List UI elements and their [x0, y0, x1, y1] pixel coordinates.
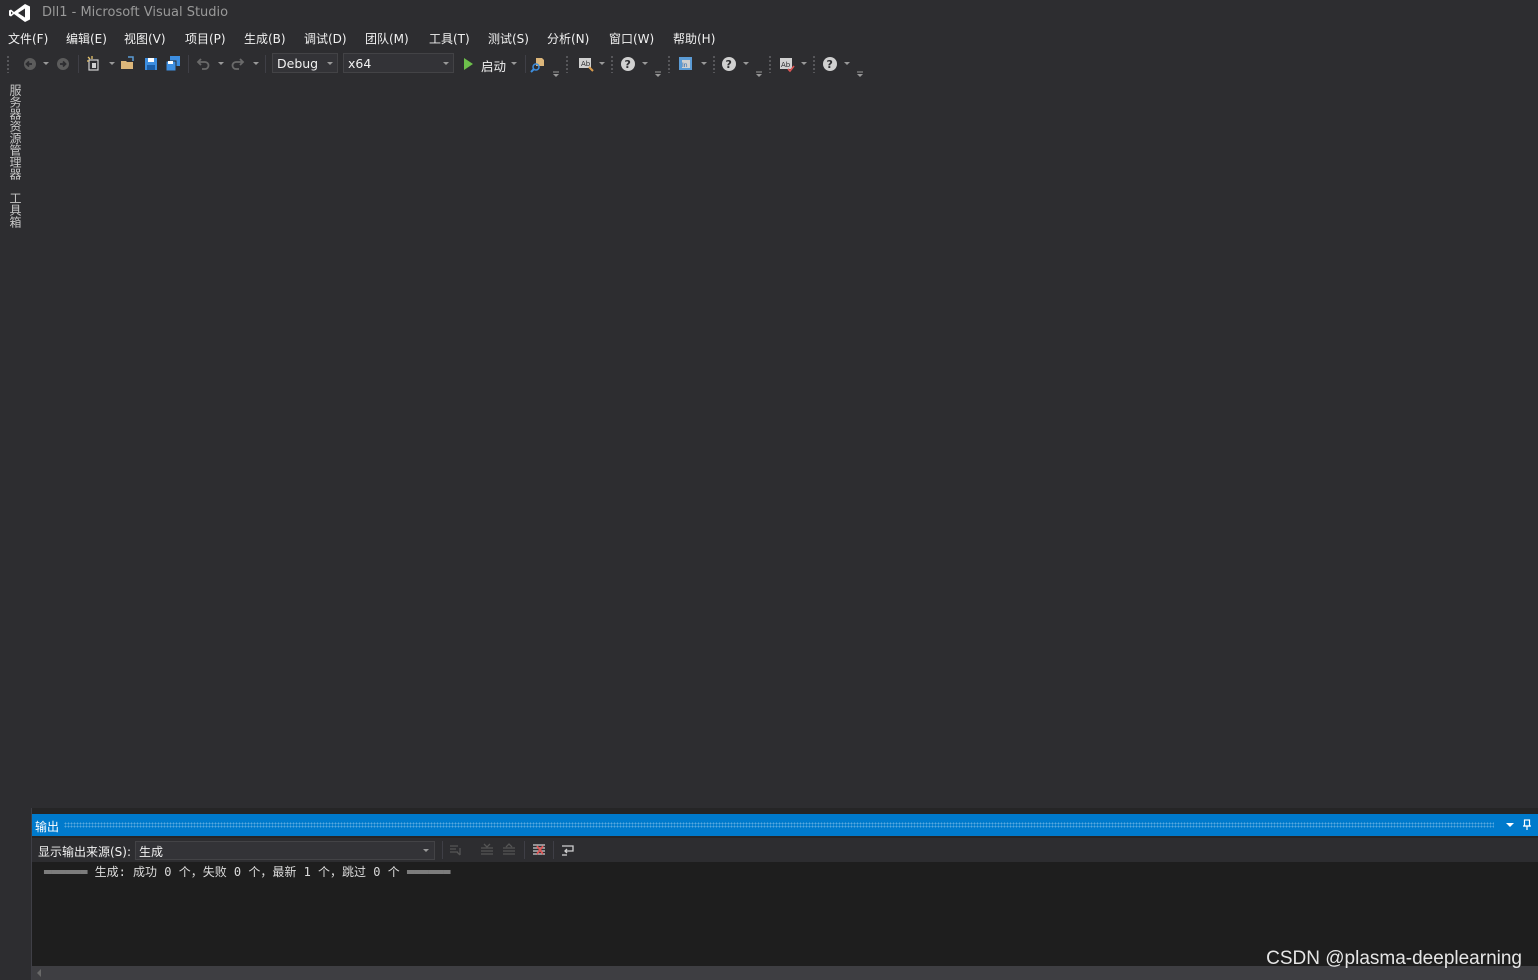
menu-analyze[interactable]: 分析(N) — [547, 30, 589, 47]
chevron-down-icon — [423, 849, 429, 852]
back-dropdown-arrow[interactable] — [43, 62, 49, 65]
forward-icon[interactable] — [54, 55, 72, 73]
toolbar-grip[interactable] — [768, 55, 772, 73]
toolbar-overflow-icon[interactable] — [756, 66, 762, 77]
title-bar-grip — [64, 822, 1494, 828]
toggle-word-wrap-icon[interactable] — [560, 842, 576, 858]
svg-text:?: ? — [625, 58, 631, 71]
menu-help[interactable]: 帮助(H) — [673, 30, 715, 47]
help-icon[interactable]: ? — [821, 55, 839, 73]
clear-all-icon[interactable] — [531, 842, 547, 858]
auto-hide-pin-icon[interactable] — [1521, 819, 1533, 831]
toolbar-overflow-icon[interactable] — [553, 66, 559, 77]
output-source-select[interactable]: 生成 — [135, 841, 435, 860]
toolbar-grip[interactable] — [712, 55, 716, 73]
toolbox-tab[interactable]: 工具箱 — [4, 192, 24, 228]
format-icon[interactable]: Ab — [577, 55, 595, 73]
toolbar-separator — [524, 841, 525, 859]
new-project-icon[interactable] — [85, 55, 103, 73]
chevron-down-icon — [443, 62, 449, 65]
side-tool-tabs: 服务器资源管理器 工具箱 — [0, 78, 28, 248]
menu-debug[interactable]: 调试(D) — [304, 30, 347, 47]
menu-team[interactable]: 团队(M) — [365, 30, 409, 47]
insert-icon[interactable]: In — [677, 55, 695, 73]
scroll-left-icon[interactable] — [37, 969, 41, 977]
toolbar-grip[interactable] — [667, 55, 671, 73]
toolbar-grip[interactable] — [565, 55, 569, 73]
svg-text:?: ? — [827, 58, 833, 71]
toolbar-grip[interactable] — [6, 55, 10, 73]
help-dropdown-arrow[interactable] — [743, 62, 749, 65]
save-icon[interactable] — [142, 55, 160, 73]
svg-text:?: ? — [726, 58, 732, 71]
insert-dropdown-arrow[interactable] — [701, 62, 707, 65]
toolbar-separator — [78, 55, 79, 73]
play-icon — [464, 58, 473, 70]
save-all-icon[interactable] — [164, 55, 182, 73]
standard-toolbar: Debug x64 启动 Ab ? In ? Ab ? — [0, 52, 1538, 77]
next-message-icon[interactable] — [501, 842, 517, 858]
output-source-label: 显示输出来源(S): — [38, 845, 132, 859]
chevron-down-icon — [327, 62, 333, 65]
window-title: Dll1 - Microsoft Visual Studio — [42, 5, 229, 20]
configuration-value: Debug — [277, 56, 319, 71]
find-message-in-code-icon[interactable] — [448, 842, 464, 858]
undo-dropdown-arrow[interactable] — [218, 62, 224, 65]
menu-tools[interactable]: 工具(T) — [429, 30, 470, 47]
toolbar-separator — [265, 55, 266, 73]
toolbar-separator — [553, 841, 554, 859]
title-bar: Dll1 - Microsoft Visual Studio — [0, 0, 1538, 26]
menu-window[interactable]: 窗口(W) — [609, 30, 654, 47]
toolbar-overflow-icon[interactable] — [655, 66, 661, 77]
previous-message-icon[interactable] — [479, 842, 495, 858]
visual-studio-logo-icon — [8, 3, 32, 23]
new-project-dropdown-arrow[interactable] — [109, 62, 115, 65]
menu-bar: 文件(F) 编辑(E) 视图(V) 项目(P) 生成(B) 调试(D) 团队(M… — [0, 27, 900, 47]
start-dropdown-arrow[interactable] — [511, 62, 517, 65]
toolbar-overflow-icon[interactable] — [857, 66, 863, 77]
help-dropdown-arrow[interactable] — [844, 62, 850, 65]
output-title: 输出 — [35, 820, 60, 834]
menu-edit[interactable]: 编辑(E) — [66, 30, 107, 47]
output-title-bar[interactable]: 输出 — [32, 814, 1538, 836]
menu-file[interactable]: 文件(F) — [8, 30, 48, 47]
format-dropdown-arrow[interactable] — [599, 62, 605, 65]
output-source-value: 生成 — [139, 845, 164, 859]
toolbar-grip[interactable] — [812, 55, 816, 73]
help-icon[interactable]: ? — [720, 55, 738, 73]
back-icon[interactable] — [21, 55, 39, 73]
menu-project[interactable]: 项目(P) — [185, 30, 226, 47]
watermark: CSDN @plasma-deeplearning — [1266, 948, 1522, 969]
output-toolbar: 显示输出来源(S): 生成 — [32, 838, 1538, 862]
start-debugging-button[interactable]: 启动 — [462, 54, 522, 74]
menu-build[interactable]: 生成(B) — [244, 30, 286, 47]
window-position-dropdown-icon[interactable] — [1504, 819, 1516, 831]
menu-view[interactable]: 视图(V) — [124, 30, 166, 47]
svg-text:Ab: Ab — [781, 61, 791, 69]
toolbar-separator — [525, 55, 526, 73]
toolbar-separator — [442, 841, 443, 859]
server-explorer-tab[interactable]: 服务器资源管理器 — [4, 84, 24, 180]
toolbar-grip[interactable] — [610, 55, 614, 73]
find-in-files-icon[interactable] — [530, 55, 548, 73]
spell-icon[interactable]: Ab — [778, 55, 796, 73]
redo-icon[interactable] — [229, 55, 247, 73]
solution-configuration-select[interactable]: Debug — [272, 53, 338, 73]
menu-test[interactable]: 测试(S) — [488, 30, 529, 47]
undo-icon[interactable] — [194, 55, 212, 73]
redo-dropdown-arrow[interactable] — [253, 62, 259, 65]
platform-value: x64 — [348, 56, 372, 71]
start-label: 启动 — [481, 59, 507, 74]
help-icon[interactable]: ? — [619, 55, 637, 73]
output-line: ══════ 生成: 成功 0 个，失败 0 个，最新 1 个，跳过 0 个 ═… — [44, 865, 451, 879]
svg-text:In: In — [682, 62, 688, 69]
help-dropdown-arrow[interactable] — [642, 62, 648, 65]
toolbar-separator — [188, 55, 189, 73]
spell-dropdown-arrow[interactable] — [801, 62, 807, 65]
open-file-icon[interactable] — [119, 55, 137, 73]
solution-platform-select[interactable]: x64 — [343, 53, 454, 73]
